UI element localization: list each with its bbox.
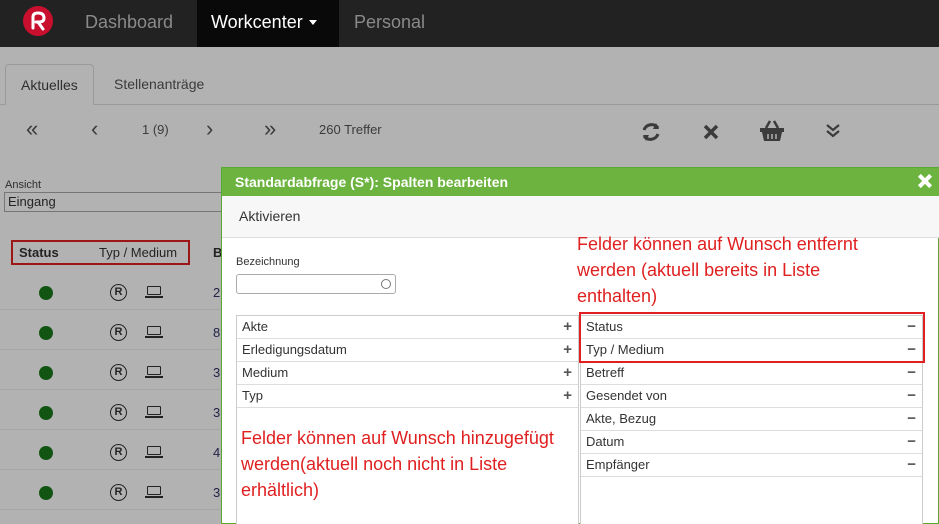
available-field-label: Akte xyxy=(242,319,269,334)
selected-field-label: Gesendet von xyxy=(586,388,667,403)
available-field-label: Typ xyxy=(242,388,263,403)
caret-down-icon xyxy=(308,19,317,25)
nav-personal[interactable]: Personal xyxy=(340,0,439,47)
available-field-item[interactable]: Akte + xyxy=(237,316,578,339)
annotation-remove-note: Felder können auf Wunsch entfernt werden… xyxy=(577,231,858,309)
remove-field-icon[interactable]: − xyxy=(907,362,916,384)
selected-field-item[interactable]: Akte, Bezug − xyxy=(581,408,922,431)
remove-field-icon[interactable]: − xyxy=(907,385,916,407)
selected-field-item[interactable]: Datum − xyxy=(581,431,922,454)
dialog-header: Standardabfrage (S*): Spalten bearbeiten xyxy=(222,168,939,196)
selected-field-label: Betreff xyxy=(586,365,625,380)
annotation-add-line-1: Felder können auf Wunsch hinzugefügt xyxy=(241,428,554,448)
nav-workcenter[interactable]: Workcenter xyxy=(197,0,339,47)
top-navbar: Dashboard Workcenter Personal xyxy=(0,0,939,47)
nav-workcenter-label: Workcenter xyxy=(211,12,303,32)
close-icon[interactable] xyxy=(918,174,932,188)
remove-field-icon[interactable]: − xyxy=(907,408,916,430)
annotation-add-note: Felder können auf Wunsch hinzugefügt wer… xyxy=(241,425,554,503)
search-icon xyxy=(381,279,391,289)
bezeichnung-input[interactable] xyxy=(236,274,396,294)
annotation-add-line-3: erhältlich) xyxy=(241,480,320,500)
remove-field-icon[interactable]: − xyxy=(907,431,916,453)
edit-columns-dialog: Standardabfrage (S*): Spalten bearbeiten… xyxy=(221,167,939,524)
available-field-item[interactable]: Erledigungsdatum + xyxy=(237,339,578,362)
selected-field-item[interactable]: Gesendet von − xyxy=(581,385,922,408)
available-field-label: Medium xyxy=(242,365,289,380)
selected-field-item[interactable]: Empfänger − xyxy=(581,454,922,477)
dialog-title: Standardabfrage (S*): Spalten bearbeiten xyxy=(235,174,509,190)
selected-field-label: Empfänger xyxy=(586,457,650,472)
annotation-remove-line-1: Felder können auf Wunsch entfernt xyxy=(577,234,858,254)
add-field-icon[interactable]: + xyxy=(563,316,572,338)
nav-personal-label: Personal xyxy=(354,12,426,32)
selected-field-label: Datum xyxy=(586,434,625,449)
annotation-highlight-selected xyxy=(579,312,925,363)
add-field-icon[interactable]: + xyxy=(563,385,572,407)
bezeichnung-label: Bezeichnung xyxy=(236,256,300,268)
annotation-remove-line-3: enthalten) xyxy=(577,286,658,306)
available-field-label: Erledigungsdatum xyxy=(242,342,347,357)
available-field-item[interactable]: Medium + xyxy=(237,362,578,385)
activate-button[interactable]: Aktivieren xyxy=(239,208,300,224)
add-field-icon[interactable]: + xyxy=(563,362,572,384)
annotation-add-line-2: werden(aktuell noch nicht in Liste xyxy=(241,454,508,474)
selected-field-item[interactable]: Betreff − xyxy=(581,362,922,385)
selected-field-label: Akte, Bezug xyxy=(586,411,657,426)
annotation-remove-line-2: werden (aktuell bereits in Liste xyxy=(577,260,821,280)
add-field-icon[interactable]: + xyxy=(563,339,572,361)
remove-field-icon[interactable]: − xyxy=(907,454,916,476)
nav-dashboard-label: Dashboard xyxy=(85,12,174,32)
available-field-item[interactable]: Typ + xyxy=(237,385,578,408)
nav-dashboard[interactable]: Dashboard xyxy=(71,0,187,47)
app-logo-icon[interactable] xyxy=(23,6,53,36)
